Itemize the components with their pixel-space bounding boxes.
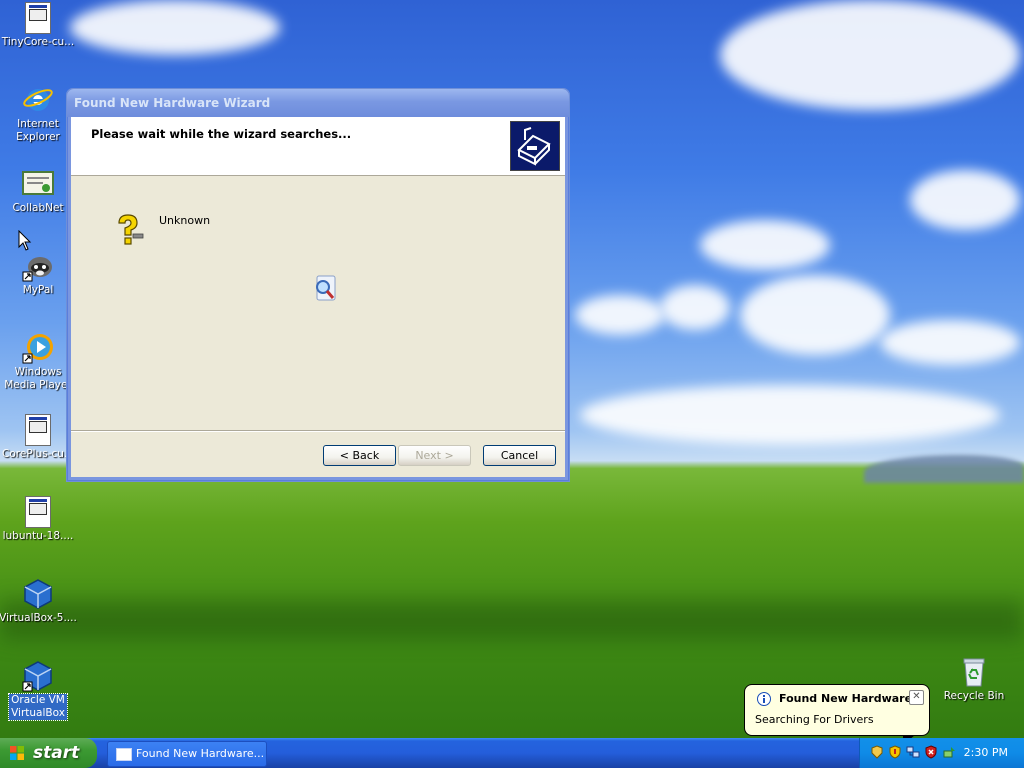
cancel-button[interactable]: Cancel: [483, 445, 556, 466]
window-icon: [116, 748, 132, 761]
desktop-icon-label: CorePlus-cu...: [2, 448, 74, 460]
start-label: start: [33, 743, 80, 763]
system-tray: 2:30 PM: [859, 738, 1024, 768]
taskbar: start Found New Hardware... 2:30 PM: [0, 738, 1024, 768]
mouse-cursor-icon: [18, 230, 32, 251]
start-button[interactable]: start: [0, 738, 97, 768]
virtualbox-cube-icon: [22, 660, 54, 692]
desktop-icon-label: Oracle VM VirtualBox: [8, 693, 68, 721]
taskbar-button-label: Found New Hardware...: [136, 747, 265, 760]
desktop-icon-label: VirtualBox-5....: [0, 612, 77, 624]
window-title: Found New Hardware Wizard: [74, 96, 271, 110]
wizard-body: Unknown: [71, 176, 565, 430]
desktop-icon-label: TinyCore-cu...: [1, 36, 75, 48]
desktop-icon-virtualbox-installer[interactable]: VirtualBox-5....: [0, 578, 78, 625]
wizard-header: Please wait while the wizard searches...: [71, 117, 565, 176]
desktop-icon-label: lubuntu-18....: [2, 530, 74, 542]
desktop-icon-tinycore[interactable]: TinyCore-cu...: [0, 2, 78, 49]
button-separator: [71, 430, 565, 432]
desktop-icon-lubuntu[interactable]: lubuntu-18....: [0, 496, 78, 543]
back-button[interactable]: < Back: [323, 445, 396, 466]
security-shield-icon[interactable]: [888, 745, 902, 759]
certificate-icon: [22, 168, 54, 200]
unknown-device-question-icon: [118, 214, 144, 245]
recycle-bin-icon: [958, 656, 990, 688]
info-icon: [757, 692, 771, 706]
file-icon: [22, 2, 54, 34]
wizard-header-text: Please wait while the wizard searches...: [91, 127, 352, 141]
windows-flag-icon: [10, 746, 24, 760]
desktop-icon-recycle-bin[interactable]: Recycle Bin: [934, 656, 1014, 703]
desktop-icon-label: MyPal: [22, 284, 54, 296]
desktop-icon-label: Internet Explorer: [16, 118, 60, 143]
hardware-tray-icon[interactable]: [870, 745, 884, 759]
taskbar-button-wizard[interactable]: Found New Hardware...: [107, 741, 267, 767]
desktop-icon-label: CollabNet: [12, 202, 64, 214]
safely-remove-hardware-icon[interactable]: [942, 745, 956, 759]
hardware-wizard-icon: [510, 121, 560, 171]
next-button[interactable]: Next >: [398, 445, 471, 466]
desktop-icon-label: Windows Media Player: [4, 366, 72, 391]
internet-explorer-icon: [22, 84, 54, 116]
found-new-hardware-wizard-window[interactable]: Found New Hardware Wizard Please wait wh…: [66, 88, 570, 482]
clock[interactable]: 2:30 PM: [964, 738, 1008, 768]
searching-magnifier-icon: [316, 275, 336, 301]
file-icon: [22, 496, 54, 528]
window-client-area: Please wait while the wizard searches...…: [71, 117, 565, 477]
raccoon-icon: [22, 250, 54, 282]
device-name-label: Unknown: [159, 214, 211, 227]
balloon-text: Searching For Drivers: [755, 713, 874, 726]
security-alert-icon[interactable]: [924, 745, 938, 759]
notification-balloon[interactable]: Found New Hardware Searching For Drivers…: [744, 684, 930, 745]
media-player-icon: [22, 332, 54, 364]
file-icon: [22, 414, 54, 446]
virtualbox-cube-icon: [22, 578, 54, 610]
balloon-close-button[interactable]: ✕: [909, 690, 924, 705]
desktop-icon-oracle-vm-virtualbox[interactable]: Oracle VM VirtualBox: [0, 660, 78, 721]
window-titlebar[interactable]: Found New Hardware Wizard: [67, 89, 569, 117]
balloon-title: Found New Hardware: [779, 692, 913, 705]
network-tray-icon[interactable]: [906, 745, 920, 759]
desktop-icon-label: Recycle Bin: [943, 690, 1005, 702]
